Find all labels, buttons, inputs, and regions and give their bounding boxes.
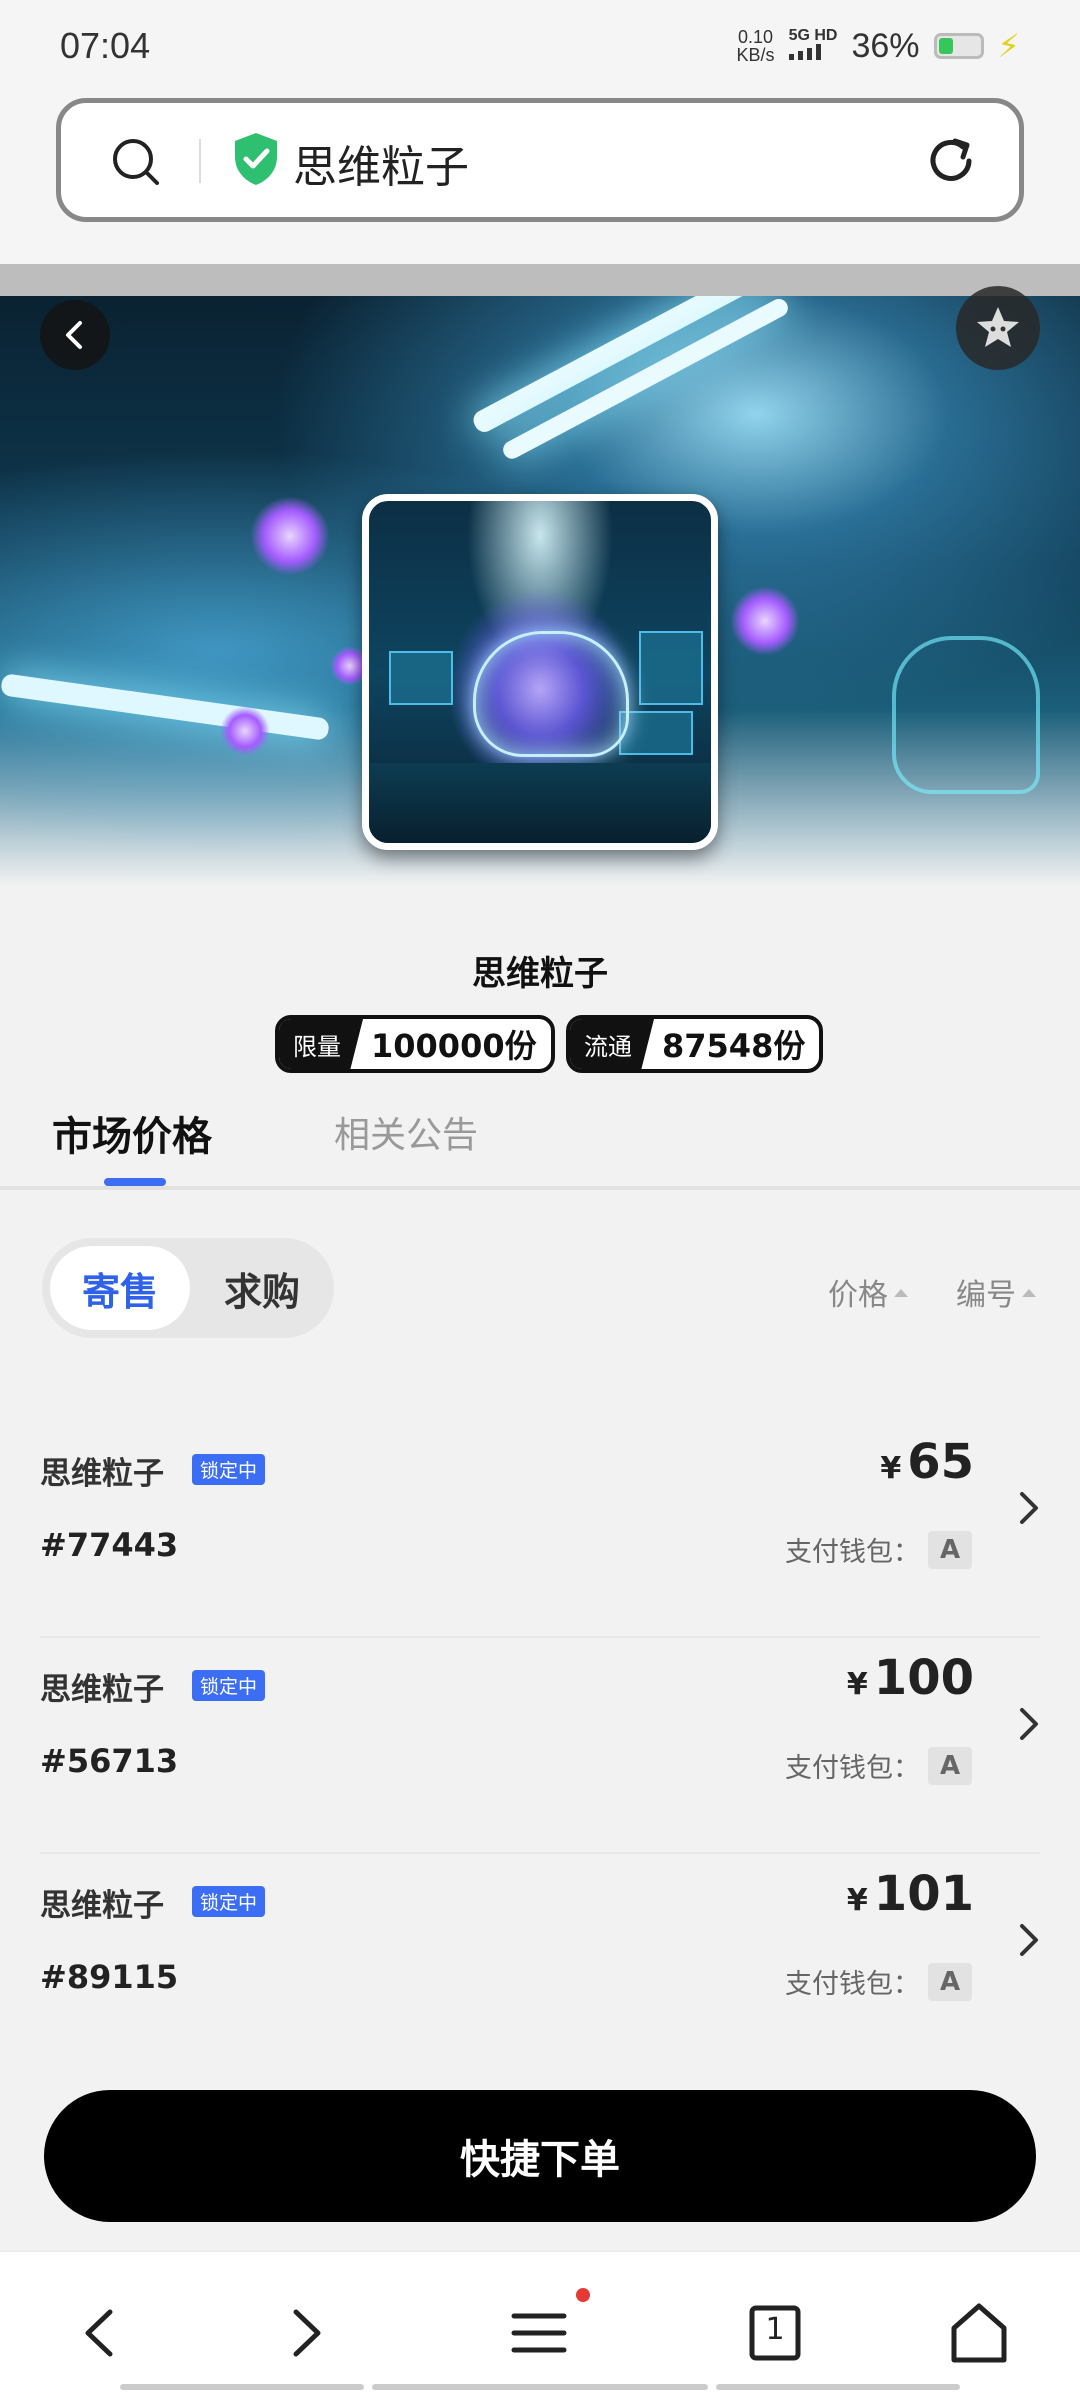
chevron-right-icon [1020, 1492, 1038, 1524]
listing-name: 思维粒子 [40, 1672, 164, 1708]
listing-number: #89115 [40, 1958, 179, 1996]
tab-count: 1 [765, 2312, 785, 2347]
tab-announcements[interactable]: 相关公告 [334, 1106, 478, 1158]
circulation-value: 87548份 [662, 1027, 806, 1065]
listing-price: ¥65 [880, 1434, 974, 1490]
shield-icon [235, 133, 277, 185]
charging-icon: ⚡ [997, 27, 1020, 65]
signal-label: 5G HD [788, 27, 838, 44]
status-badge: 锁定中 [192, 1670, 266, 1701]
listing-price: ¥101 [847, 1866, 974, 1922]
address-divider [199, 139, 201, 183]
address-title[interactable]: 思维粒子 [293, 131, 469, 195]
favorite-button[interactable] [956, 286, 1040, 370]
product-title: 思维粒子 [472, 954, 608, 994]
status-time: 07:04 [60, 25, 151, 66]
tab-divider [0, 1186, 1080, 1190]
price-value: 100 [873, 1650, 974, 1706]
limit-key: 限量 [279, 1019, 363, 1069]
listing-number: #56713 [40, 1742, 179, 1780]
currency-symbol: ¥ [880, 1451, 902, 1486]
listing-name: 思维粒子 [40, 1456, 164, 1492]
wallet-label: 支付钱包： [785, 1969, 920, 2000]
wallet-label: 支付钱包： [785, 1537, 920, 1568]
wallet-info: 支付钱包： A [785, 1746, 972, 1785]
chevron-left-icon [66, 321, 82, 349]
listing-price: ¥100 [847, 1650, 974, 1706]
search-icon[interactable] [109, 135, 161, 187]
chevron-right-icon [1020, 1924, 1038, 1956]
listing-number: #77443 [40, 1526, 179, 1564]
tabs-button[interactable]: 1 [740, 2298, 810, 2368]
status-indicators: 0.10 KB/s 5G HD 36% ⚡ [737, 27, 1020, 66]
limit-value: 100000份 [371, 1027, 537, 1065]
net-speed-unit: KB/s [736, 45, 775, 65]
listing-row[interactable]: 思维粒子 锁定中 #77443 ¥65 支付钱包： A [0, 1422, 1080, 1638]
segment-consign[interactable]: 寄售 [50, 1246, 190, 1330]
content-tabs: 市场价格 相关公告 [0, 1090, 1080, 1190]
home-icon[interactable] [944, 2298, 1014, 2368]
notification-dot [576, 2288, 590, 2302]
net-speed: 0.10 KB/s [737, 28, 775, 64]
browser-toolbar: 思维粒子 [0, 92, 1080, 264]
sort-number-button[interactable]: 编号 [956, 1270, 1036, 1314]
listing-name: 思维粒子 [40, 1888, 164, 1924]
wallet-info: 支付钱包： A [785, 1530, 972, 1569]
tab-active-indicator [104, 1178, 166, 1186]
wallet-tag: A [928, 1530, 972, 1569]
gesture-bar [372, 2384, 708, 2390]
currency-symbol: ¥ [846, 1667, 868, 1702]
wallet-info: 支付钱包： A [785, 1962, 972, 2001]
battery-icon [933, 33, 984, 59]
tab-market-price[interactable]: 市场价格 [52, 1104, 212, 1162]
sort-number-label: 编号 [956, 1278, 1016, 1313]
sort-arrow-icon [894, 1289, 908, 1297]
wallet-tag: A [928, 1962, 972, 2001]
menu-icon[interactable] [504, 2298, 574, 2368]
nav-back-icon[interactable] [66, 2298, 136, 2368]
wallet-tag: A [928, 1746, 972, 1785]
quick-order-button[interactable]: 快捷下单 [44, 2090, 1036, 2222]
trade-type-segment: 寄售 求购 [42, 1238, 334, 1338]
currency-symbol: ¥ [846, 1883, 868, 1918]
sort-price-label: 价格 [828, 1278, 888, 1313]
signal-icon: 5G HD [788, 27, 838, 64]
star-icon [977, 307, 1019, 347]
status-bar: 07:04 0.10 KB/s 5G HD 36% ⚡ [0, 0, 1080, 92]
price-value: 101 [873, 1866, 974, 1922]
circulation-key: 流通 [570, 1019, 654, 1069]
gesture-bar [716, 2384, 960, 2390]
back-button[interactable] [40, 300, 110, 370]
segment-buy-request[interactable]: 求购 [192, 1246, 332, 1330]
limit-badge: 限量 100000份 [275, 1015, 555, 1073]
status-badge: 锁定中 [192, 1886, 266, 1917]
status-badge: 锁定中 [192, 1454, 266, 1485]
circulation-badge: 流通 87548份 [566, 1015, 824, 1073]
wallet-label: 支付钱包： [785, 1753, 920, 1784]
loading-strip [0, 264, 1080, 296]
net-speed-value: 0.10 [738, 27, 774, 47]
price-value: 65 [907, 1434, 974, 1490]
product-cover-image [362, 494, 718, 850]
sort-arrow-icon [1022, 1289, 1036, 1297]
sort-price-button[interactable]: 价格 [828, 1270, 908, 1314]
browser-bottom-nav: 1 [0, 2250, 1080, 2402]
battery-percent: 36% [851, 26, 920, 65]
nav-forward-icon[interactable] [270, 2298, 340, 2368]
gesture-bar [120, 2384, 364, 2390]
address-bar[interactable]: 思维粒子 [56, 98, 1024, 222]
listing-row[interactable]: 思维粒子 锁定中 #89115 ¥101 支付钱包： A [0, 1854, 1080, 2070]
listing-row[interactable]: 思维粒子 锁定中 #56713 ¥100 支付钱包： A [0, 1638, 1080, 1854]
refresh-icon[interactable] [923, 133, 979, 189]
chevron-right-icon [1020, 1708, 1038, 1740]
